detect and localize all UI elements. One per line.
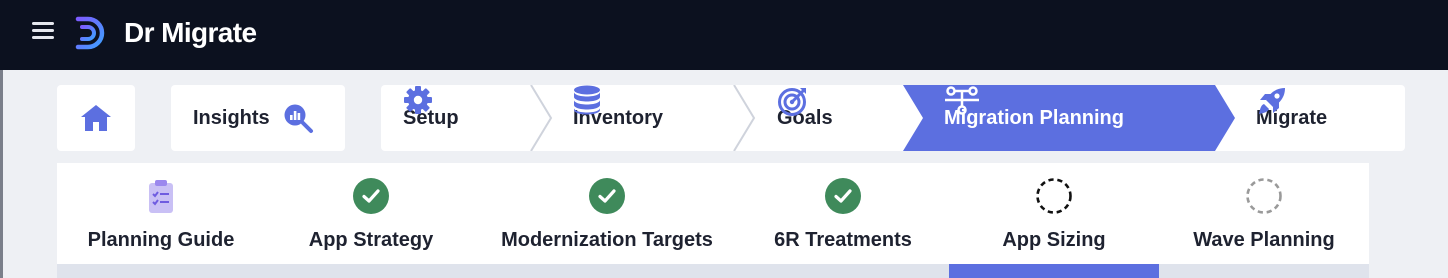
tab-6r-treatments[interactable]: 6R Treatments <box>738 163 948 264</box>
step-inventory[interactable]: Inventory <box>573 85 675 151</box>
tab-wave-planning-label: Wave Planning <box>1193 229 1335 251</box>
tab-app-strategy-label: App Strategy <box>308 229 434 251</box>
check-circle-icon <box>353 178 389 214</box>
tab-modernization-targets[interactable]: Modernization Targets <box>477 163 737 264</box>
tab-planning-guide-label: Planning Guide <box>87 229 235 251</box>
process-steps: Setup Inventory Goals Migration Planning… <box>381 85 1405 151</box>
hamburger-menu-icon[interactable] <box>32 22 54 40</box>
dashed-circle-icon <box>1036 178 1072 214</box>
clipboard-checklist-icon <box>149 180 173 213</box>
tab-planning-guide[interactable]: Planning Guide <box>57 163 265 264</box>
app-title: Dr Migrate <box>124 17 257 48</box>
step-migrate[interactable]: Migrate <box>1256 85 1339 151</box>
sub-tabs-track <box>57 264 1369 278</box>
tab-app-strategy[interactable]: App Strategy <box>266 163 476 264</box>
home-icon <box>81 105 111 131</box>
tab-app-sizing[interactable]: App Sizing <box>949 163 1159 264</box>
breadcrumb-insights[interactable]: Insights <box>171 85 345 151</box>
window-edge <box>0 70 3 278</box>
top-app-bar: Dr Migrate <box>0 0 1448 70</box>
tab-modernization-targets-label: Modernization Targets <box>501 229 713 251</box>
check-circle-icon <box>825 178 861 214</box>
insights-search-chart-icon <box>284 104 313 133</box>
check-circle-icon <box>589 178 625 214</box>
tab-6r-treatments-label: 6R Treatments <box>774 229 912 251</box>
dr-migrate-logo-icon <box>75 16 105 50</box>
selected-tab-indicator <box>949 264 1159 278</box>
step-setup[interactable]: Setup <box>403 85 471 151</box>
breadcrumb-home[interactable] <box>57 85 135 151</box>
breadcrumb-insights-label: Insights <box>193 106 270 129</box>
dashed-circle-icon <box>1246 178 1282 214</box>
step-goals[interactable]: Goals <box>777 85 845 151</box>
step-migration-planning[interactable]: Migration Planning <box>944 85 1136 151</box>
tab-app-sizing-label: App Sizing <box>1002 229 1106 251</box>
tab-wave-planning[interactable]: Wave Planning <box>1160 163 1368 264</box>
process-steps-background <box>381 85 1405 151</box>
